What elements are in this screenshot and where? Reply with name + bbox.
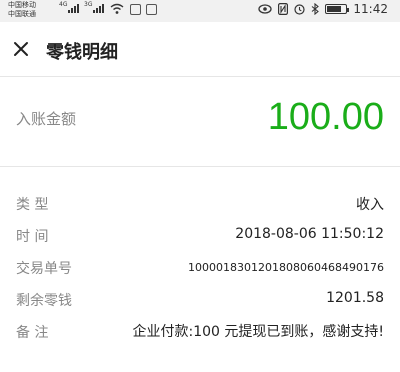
amount-label: 入账金额: [16, 110, 77, 128]
alarm-icon: [294, 4, 306, 15]
detail-row-order: 交易单号 1000018301201808060468490176: [0, 254, 400, 282]
battery-level-fill: [327, 6, 341, 12]
signal-icon: 3G: [84, 1, 104, 13]
detail-row-balance: 剩余零钱 1201.58: [0, 286, 400, 314]
carrier-2-label: 中国联通: [8, 10, 36, 18]
remark-value: 企业付款:100 元提现已到账，感谢支持!: [132, 324, 384, 340]
detail-row-remark: 备 注 企业付款:100 元提现已到账，感谢支持!: [0, 318, 400, 362]
bluetooth-icon: [312, 3, 320, 15]
close-icon: [14, 42, 28, 56]
signal-2-type: 3G: [84, 1, 93, 8]
nav-bar: 零钱明细: [0, 22, 400, 77]
wifi-icon: [110, 3, 124, 14]
time-label: 时 间: [16, 229, 49, 245]
page-title: 零钱明细: [46, 42, 118, 63]
eye-icon: [258, 4, 273, 14]
status-time: 11:42: [353, 2, 388, 16]
remark-label: 备 注: [16, 325, 49, 341]
amount-value: 100.00: [267, 96, 384, 138]
order-number-value[interactable]: 1000018301201808060468490176: [188, 261, 384, 274]
nfc-icon: [278, 3, 289, 15]
status-bar: 中国移动 中国联通 4G 3G 11:42: [0, 0, 400, 22]
divider: [0, 166, 400, 167]
detail-row-type: 类 型 收入: [0, 190, 400, 218]
type-label: 类 型: [16, 197, 49, 213]
signal-1-type: 4G: [59, 1, 68, 8]
order-label: 交易单号: [16, 261, 72, 277]
type-value: 收入: [356, 197, 384, 213]
carrier-1-label: 中国移动: [8, 1, 36, 9]
battery-icon: [325, 4, 350, 14]
carrier-names: 中国移动 中国联通: [8, 1, 36, 19]
signal-icon: 4G: [59, 1, 79, 13]
amount-section: 入账金额 100.00: [0, 78, 400, 166]
balance-value: 1201.58: [326, 290, 384, 306]
notification-icon: [146, 4, 157, 15]
time-value: 2018-08-06 11:50:12: [235, 226, 384, 242]
detail-row-time: 时 间 2018-08-06 11:50:12: [0, 222, 400, 250]
notification-icon: [130, 4, 141, 15]
balance-label: 剩余零钱: [16, 293, 72, 309]
close-button[interactable]: [10, 38, 32, 60]
status-right-group: 11:42: [258, 2, 388, 16]
signal-indicators: 4G 3G: [59, 1, 104, 13]
